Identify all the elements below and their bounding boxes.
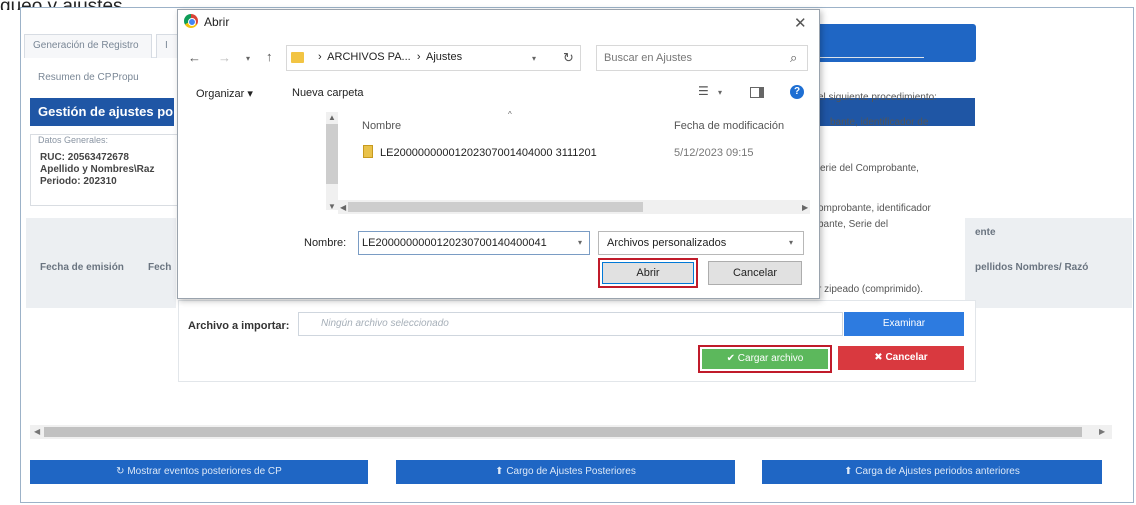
col-nombre[interactable]: Nombre bbox=[362, 120, 401, 132]
procedure-line: erie del Comprobante, bbox=[820, 163, 919, 174]
scroll-left-icon[interactable]: ◀ bbox=[34, 427, 40, 436]
tab-generacion-registro[interactable]: Generación de Registro bbox=[24, 34, 152, 58]
chevron-down-icon[interactable]: ▾ bbox=[789, 238, 793, 247]
zip-file-icon bbox=[363, 145, 373, 158]
organizar-menu[interactable]: Organizar ▾ bbox=[196, 87, 253, 100]
cancelar-import-button[interactable]: ✖ Cancelar bbox=[838, 346, 964, 370]
periodo-text: Periodo: 202310 bbox=[40, 176, 117, 187]
scroll-right-icon[interactable]: ▶ bbox=[802, 203, 808, 212]
chevron-down-icon[interactable]: ▾ bbox=[532, 54, 536, 63]
import-label: Archivo a importar: bbox=[188, 320, 290, 332]
file-list-scroll-thumb[interactable] bbox=[348, 202, 643, 212]
col-ente: ente bbox=[975, 227, 996, 238]
subtab-resumen-cp[interactable]: Resumen de CP bbox=[38, 72, 111, 83]
col-fecha-modificacion[interactable]: Fecha de modificación bbox=[674, 120, 784, 132]
col-fecha-emision: Fecha de emisión bbox=[40, 262, 124, 273]
file-type-select[interactable]: Archivos personalizados bbox=[598, 231, 804, 255]
cargar-archivo-button[interactable]: ✔ Cargar archivo bbox=[698, 345, 832, 373]
grid-scroll-thumb[interactable] bbox=[44, 427, 1082, 437]
subtab-propuesta[interactable]: Propu bbox=[112, 72, 139, 83]
col-apellidos: pellidos Nombres/ Razó bbox=[975, 262, 1089, 273]
nombre-label: Nombre: bbox=[304, 237, 347, 249]
carga-ajustes-anteriores-button[interactable]: ⬆ Carga de Ajustes periodos anteriores bbox=[762, 460, 1102, 484]
chevron-down-icon[interactable]: ▾ bbox=[578, 238, 582, 247]
procedure-line: bante, identificador de bbox=[830, 117, 929, 128]
refresh-icon[interactable]: ↻ bbox=[563, 50, 574, 66]
cargar-archivo-label: ✔ Cargar archivo bbox=[702, 349, 828, 369]
chevron-down-icon[interactable]: ▾ bbox=[246, 54, 250, 63]
breadcrumb-item[interactable]: Ajustes bbox=[426, 51, 462, 63]
help-icon[interactable]: ? bbox=[790, 85, 804, 99]
close-icon[interactable]: ✕ bbox=[794, 14, 807, 32]
cancelar-button[interactable]: Cancelar bbox=[708, 261, 802, 285]
cargo-ajustes-posteriores-button[interactable]: ⬆ Cargo de Ajustes Posteriores bbox=[396, 460, 735, 484]
file-name-input[interactable]: LE2000000000120230700140400041 bbox=[358, 231, 590, 255]
sort-indicator-icon: ^ bbox=[508, 110, 512, 119]
chrome-icon bbox=[184, 14, 198, 28]
breadcrumb-item[interactable]: ARCHIVOS PA... bbox=[327, 51, 411, 63]
procedure-line: el siguiente procedimiento: bbox=[818, 92, 937, 103]
mostrar-eventos-button[interactable]: ↻ Mostrar eventos posteriores de CP bbox=[30, 460, 368, 484]
apellido-text: Apellido y Nombres\Raz bbox=[40, 164, 155, 175]
chevron-down-icon[interactable]: ▾ bbox=[718, 88, 722, 97]
scroll-down-icon[interactable]: ▼ bbox=[328, 202, 336, 211]
abrir-highlight: Abrir bbox=[598, 258, 698, 288]
up-arrow-icon[interactable]: ↑ bbox=[266, 49, 273, 64]
back-arrow-icon[interactable]: ← bbox=[188, 50, 201, 65]
forward-arrow-icon[interactable]: → bbox=[218, 50, 231, 65]
tab-label: Generación de Registro bbox=[33, 40, 139, 51]
examinar-button[interactable]: Examinar bbox=[844, 312, 964, 336]
ruc-text: RUC: 20563472678 bbox=[40, 152, 129, 163]
col-fecha-trunc: Fech bbox=[148, 262, 172, 273]
file-row-date: 5/12/2023 09:15 bbox=[674, 147, 754, 159]
file-path-input[interactable]: Ningún archivo seleccionado bbox=[298, 312, 843, 336]
file-row-name[interactable]: LE20000000001202307001404000 3111201 bbox=[380, 147, 597, 159]
view-options-icon[interactable]: ☰ bbox=[698, 84, 709, 98]
breadcrumb: › ARCHIVOS PA... › Ajustes bbox=[318, 51, 463, 63]
search-icon[interactable]: ⌕ bbox=[790, 50, 797, 66]
nav-pane-scroll-thumb[interactable] bbox=[326, 124, 338, 184]
tab-label: I bbox=[165, 40, 168, 51]
abrir-button[interactable]: Abrir bbox=[602, 262, 694, 284]
procedure-line: omprobante, identificador bbox=[818, 203, 931, 214]
scroll-up-icon[interactable]: ▲ bbox=[328, 113, 336, 122]
scroll-left-icon[interactable]: ◀ bbox=[340, 203, 346, 212]
preview-pane-icon[interactable] bbox=[750, 87, 764, 98]
search-input[interactable]: Buscar en Ajustes bbox=[604, 52, 692, 64]
folder-icon bbox=[291, 52, 304, 63]
procedure-line: bante, Serie del bbox=[818, 219, 889, 230]
scroll-right-icon[interactable]: ▶ bbox=[1099, 427, 1105, 436]
section-title: Gestión de ajustes po bbox=[30, 98, 174, 126]
nueva-carpeta-button[interactable]: Nueva carpeta bbox=[292, 87, 364, 99]
procedure-line: r zipeado (comprimido). bbox=[818, 284, 924, 295]
datos-legend: Datos Generales: bbox=[38, 135, 109, 145]
dialog-title: Abrir bbox=[204, 15, 230, 29]
